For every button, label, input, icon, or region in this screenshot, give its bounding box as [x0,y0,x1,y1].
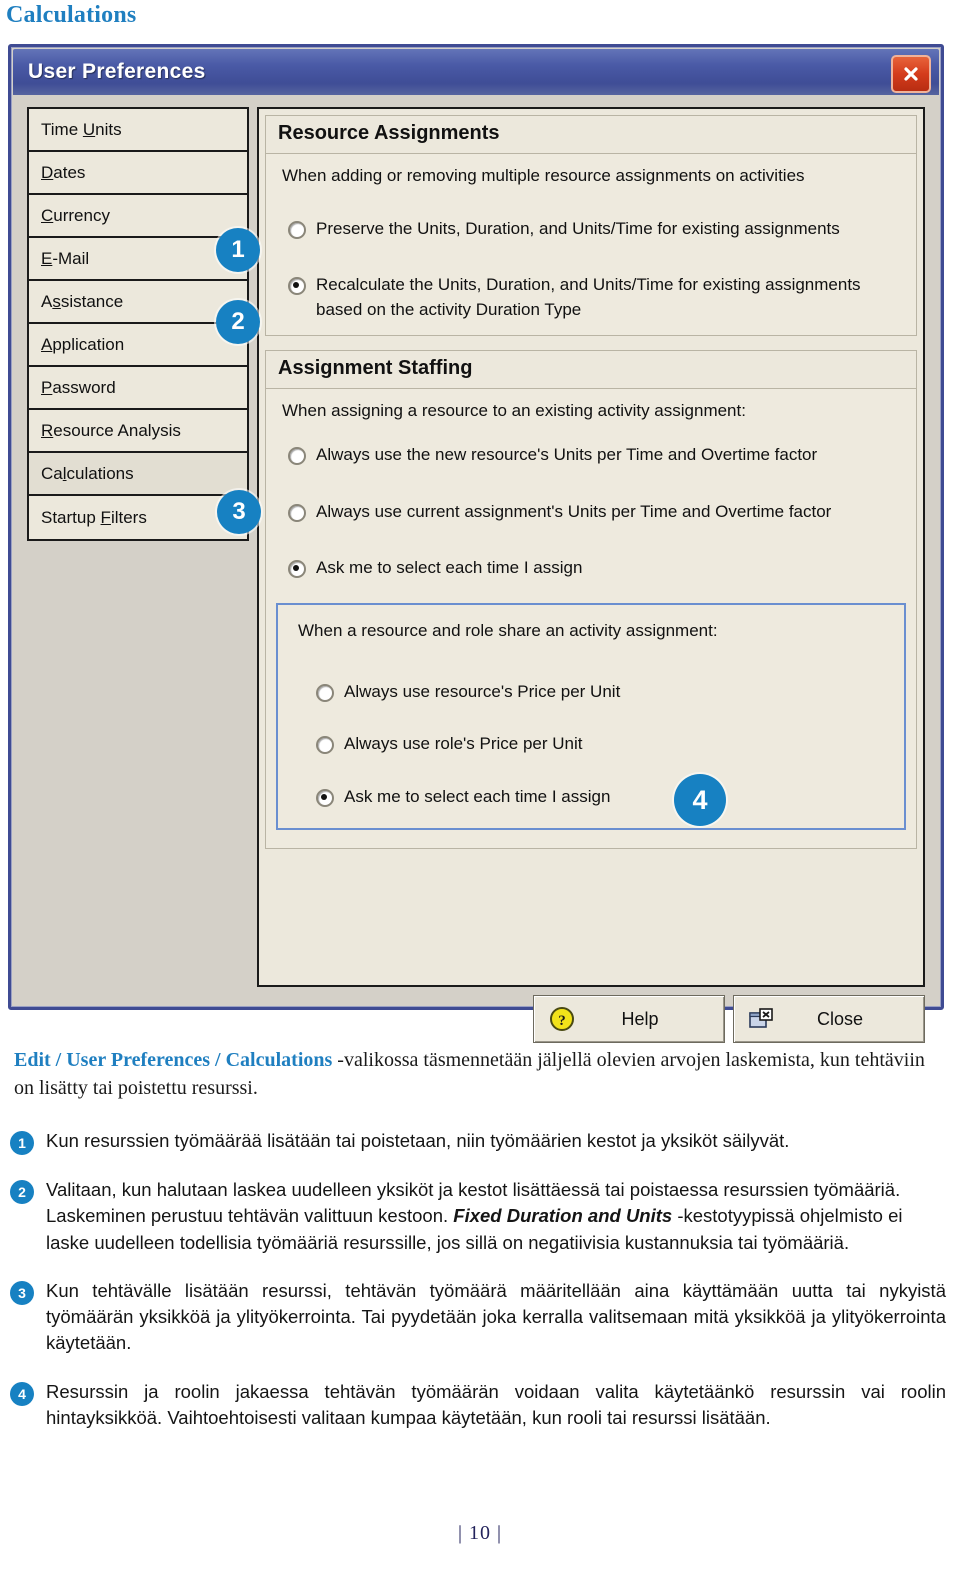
note-1: 1 Kun resurssien työmäärää lisätään tai … [10,1128,946,1155]
radio-recalculate-units[interactable]: Recalculate the Units, Duration, and Uni… [266,263,916,322]
radio-button-icon[interactable] [316,683,334,702]
note-number-badge: 1 [10,1131,34,1155]
page-number: | 10 | [457,1522,502,1544]
note-3: 3 Kun tehtävälle lisätään resurssi, teht… [10,1278,946,1357]
radio-button-icon[interactable] [288,503,306,522]
radio-label: Recalculate the Units, Duration, and Uni… [316,275,861,319]
sidebar-item-label: Currency [41,205,110,225]
sidebar-item-dates[interactable]: Dates [29,152,247,195]
sidebar-item-label: Startup Filters [41,507,147,527]
radio-button-icon[interactable] [288,447,306,466]
sidebar-item-label: Calculations [41,463,134,483]
help-button[interactable]: ? Help [533,995,725,1043]
sidebar-item-resource-analysis[interactable]: Resource Analysis [29,410,247,453]
callout-badge-4: 4 [674,774,726,826]
close-button-label: Close [816,1008,864,1029]
radio-preserve-units[interactable]: Preserve the Units, Duration, and Units/… [266,207,916,242]
note-text: Resurssin ja roolin jakaessa tehtävän ty… [46,1380,946,1428]
group-assignment-staffing: Assignment Staffing When assigning a res… [265,349,917,849]
callout-badge-2: 2 [216,300,260,344]
radio-resource-price-per-unit[interactable]: Always use resource's Price per Unit [282,670,900,705]
dialog-footer: ? Help Close [257,995,925,1045]
radio-label: Always use current assignment's Units pe… [316,501,832,521]
group-resource-assignments: Resource Assignments When adding or remo… [265,115,917,336]
note-emphasis: Fixed Duration and Units [453,1205,673,1227]
sidebar-item-password[interactable]: Password [29,367,247,410]
radio-current-assignment-units[interactable]: Always use current assignment's Units pe… [266,490,916,525]
dialog-title: User Preferences [28,60,206,83]
close-button[interactable]: Close [733,995,925,1043]
radio-label: Always use the new resource's Units per … [316,445,818,465]
sidebar-item-startup-filters[interactable]: Startup Filters [29,496,247,539]
help-button-label: Help [621,1008,659,1029]
sidebar-item-label: Resource Analysis [41,420,181,440]
sidebar-item-label: Assistance [41,291,124,311]
radio-button-icon[interactable] [288,560,306,579]
sidebar-item-label: Time Units [41,119,122,139]
sidebar-item-application[interactable]: Application [29,324,247,367]
radio-button-icon[interactable] [288,277,306,296]
radio-new-resource-units[interactable]: Always use the new resource's Units per … [266,433,916,468]
svg-text:?: ? [558,1013,566,1029]
numbered-notes-list: 1 Kun resurssien työmäärää lisätään tai … [10,1128,946,1453]
radio-button-icon[interactable] [316,789,334,808]
group-description: When adding or removing multiple resourc… [282,166,805,185]
sidebar-item-label: E-Mail [41,248,90,268]
radio-ask-each-time-staffing[interactable]: Ask me to select each time I assign [266,546,916,581]
caption-bold-prefix: Edit / User Preferences / Calculations [14,1049,333,1071]
note-number-badge: 2 [10,1180,34,1204]
callout-badge-3: 3 [217,490,261,534]
radio-button-icon[interactable] [316,736,334,755]
radio-role-price-per-unit[interactable]: Always use role's Price per Unit [282,722,900,757]
group-description: When assigning a resource to an existing… [282,400,746,420]
sidebar-item-label: Password [41,377,116,397]
group-title: Assignment Staffing [266,350,916,389]
sidebar-item-assistance[interactable]: Assistance [29,281,247,324]
dialog-titlebar: User Preferences [13,49,939,95]
sidebar-item-calculations[interactable]: Calculations [29,453,247,496]
sidebar-item-e-mail[interactable]: E-Mail [29,238,247,281]
note-text: Kun tehtävälle lisätään resurssi, tehtäv… [46,1279,946,1354]
preferences-content-pane: Resource Assignments When adding or remo… [257,107,925,987]
callout-badge-1: 1 [216,228,260,272]
sidebar-item-currency[interactable]: Currency [29,195,247,238]
note-2: 2 Valitaan, kun halutaan laskea uudellee… [10,1177,946,1256]
subpanel-description: When a resource and role share an activi… [298,621,718,641]
note-text: Kun resurssien työmäärää lisätään tai po… [46,1130,790,1151]
group-title: Resource Assignments [266,116,916,154]
user-preferences-dialog: User Preferences Time Units Dates Curren… [8,44,944,1043]
caption: Edit / User Preferences / Calculations -… [14,1046,944,1103]
sidebar-item-time-units[interactable]: Time Units [29,109,247,152]
close-window-icon [734,1007,790,1031]
radio-label: Ask me to select each time I assign [316,558,583,578]
note-number-badge: 3 [10,1280,34,1305]
close-x-icon[interactable] [891,55,931,93]
radio-label: Always use resource's Price per Unit [344,681,621,701]
sidebar-item-label: Dates [41,162,86,182]
radio-ask-each-time-price[interactable]: Ask me to select each time I assign [282,775,900,810]
note-number-badge: 4 [10,1381,34,1406]
radio-button-icon[interactable] [288,220,306,239]
radio-label: Always use role's Price per Unit [344,734,583,754]
note-4: 4 Resurssin ja roolin jakaessa tehtävän … [10,1379,946,1432]
radio-label: Preserve the Units, Duration, and Units/… [316,218,840,238]
sidebar-item-label: Application [41,334,125,354]
price-per-unit-subpanel: When a resource and role share an activi… [276,603,906,830]
note-text: Valitaan, kun halutaan laskea uudelleen … [46,1177,946,1256]
radio-label: Ask me to select each time I assign [344,787,611,807]
dialog-body: Time Units Dates Currency E-Mail Assista… [13,95,939,1043]
page-title: Calculations [6,2,137,28]
help-question-icon: ? [534,1006,590,1032]
